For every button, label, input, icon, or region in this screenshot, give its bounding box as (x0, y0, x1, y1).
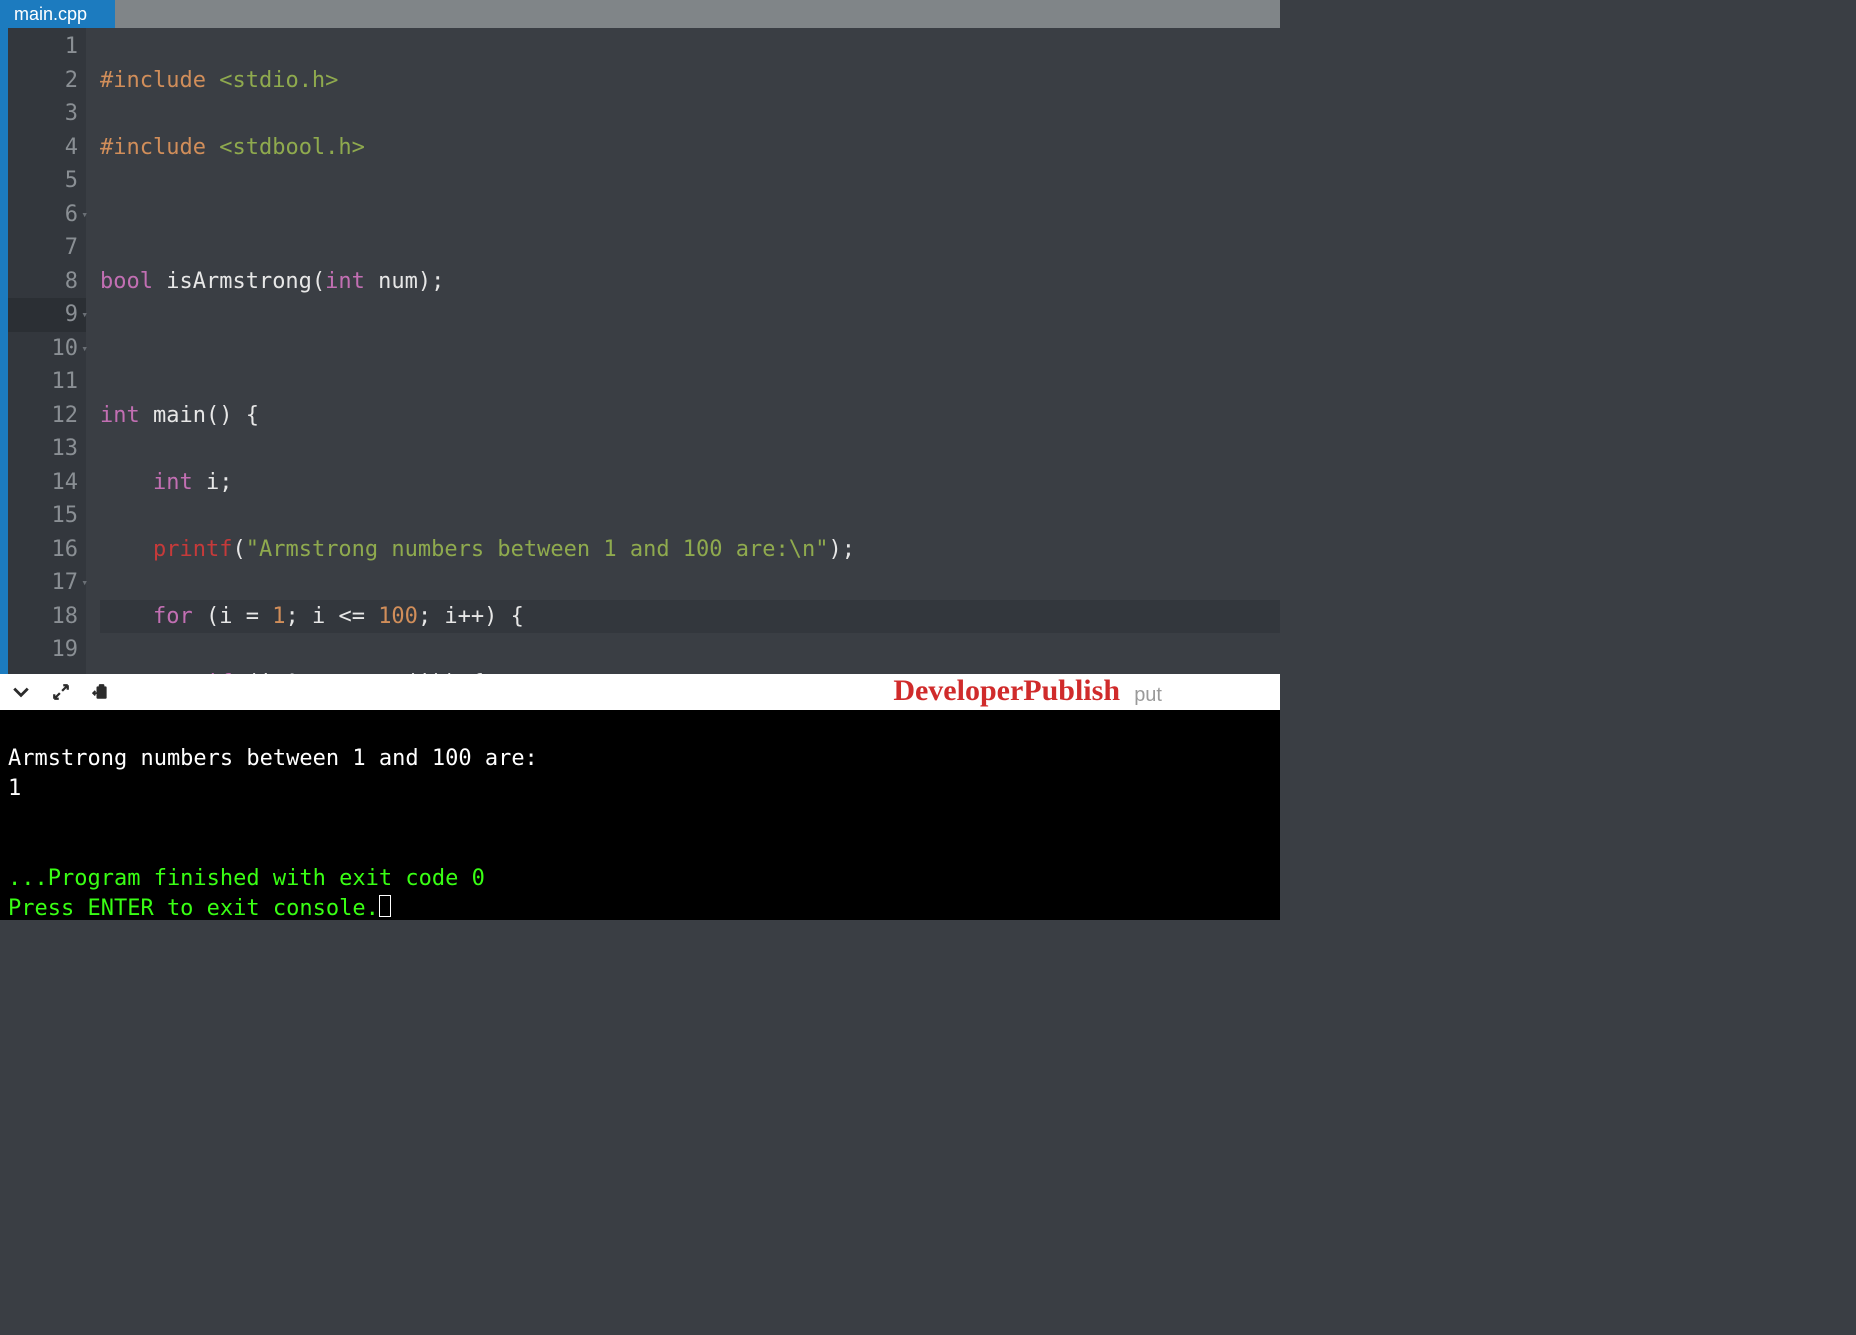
code-token: ; i <= (285, 604, 378, 629)
code-line (100, 198, 1280, 232)
code-token: int (153, 470, 193, 495)
line-gutter: 123456▾789▾10▾11121314151617▾1819 (8, 28, 86, 674)
line-number: 1 (8, 30, 86, 64)
copy-clipboard-icon[interactable] (92, 683, 110, 701)
line-number: 6▾ (8, 198, 86, 232)
fold-icon[interactable]: ▾ (81, 308, 88, 321)
line-number: 19 (8, 633, 86, 667)
fold-icon[interactable]: ▾ (81, 576, 88, 589)
line-number: 9▾ (8, 298, 86, 332)
console-line: 1 (8, 776, 21, 801)
line-number: 14 (8, 466, 86, 500)
console-line: ...Program finished with exit code 0 (8, 866, 485, 891)
line-number: 11 (8, 365, 86, 399)
collapse-icon[interactable] (12, 683, 30, 701)
code-token: ; i++) { (418, 604, 524, 629)
fold-icon[interactable]: ▾ (81, 208, 88, 221)
line-number: 16 (8, 533, 86, 567)
console-line: Press ENTER to exit console. (8, 896, 379, 920)
put-label: put (1134, 684, 1162, 707)
code-token: "Armstrong numbers between 1 and 100 are… (246, 537, 829, 562)
code-token: int (325, 269, 365, 294)
tab-bar: main.cpp (0, 0, 1280, 28)
expand-icon[interactable] (52, 683, 70, 701)
line-number: 4 (8, 131, 86, 165)
line-number: 18 (8, 600, 86, 634)
code-token: num); (365, 269, 444, 294)
code-token: 1 (272, 604, 285, 629)
code-token: int (100, 403, 140, 428)
fold-strip (0, 28, 8, 674)
code-token: <stdio.h> (219, 68, 338, 93)
line-number: 17▾ (8, 566, 86, 600)
console-output[interactable]: Armstrong numbers between 1 and 100 are:… (0, 710, 1280, 920)
fold-icon[interactable]: ▾ (81, 342, 88, 355)
code-token: 100 (378, 604, 418, 629)
code-token: bool (100, 269, 153, 294)
line-number: 12 (8, 399, 86, 433)
code-token (100, 604, 153, 629)
console-line: Armstrong numbers between 1 and 100 are: (8, 746, 538, 771)
code-token (100, 537, 153, 562)
line-number: 13 (8, 432, 86, 466)
code-token: i; (193, 470, 233, 495)
cursor-icon (379, 895, 391, 917)
tab-main-cpp[interactable]: main.cpp (0, 0, 115, 28)
code-line (100, 332, 1280, 366)
code-token (100, 470, 153, 495)
code-token: isArmstrong( (153, 269, 325, 294)
line-number: 10▾ (8, 332, 86, 366)
line-number: 8 (8, 265, 86, 299)
console-toolbar: DeveloperPublish put (0, 674, 1280, 710)
code-token: <stdbool.h> (219, 135, 365, 160)
line-number: 5 (8, 164, 86, 198)
code-token: (i = (193, 604, 272, 629)
code-area[interactable]: #include <stdio.h> #include <stdbool.h> … (86, 28, 1280, 674)
code-token: for (153, 604, 193, 629)
line-number: 2 (8, 64, 86, 98)
line-number: 7 (8, 231, 86, 265)
line-number: 3 (8, 97, 86, 131)
code-token: ( (232, 537, 245, 562)
watermark: DeveloperPublish (893, 674, 1120, 708)
code-editor[interactable]: 123456▾789▾10▾11121314151617▾1819 #inclu… (0, 28, 1280, 674)
code-token: main() { (140, 403, 259, 428)
code-token: printf (153, 537, 232, 562)
code-token: #include (100, 135, 219, 160)
code-token: ); (829, 537, 856, 562)
tab-label: main.cpp (14, 4, 87, 25)
code-token: #include (100, 68, 219, 93)
line-number: 15 (8, 499, 86, 533)
